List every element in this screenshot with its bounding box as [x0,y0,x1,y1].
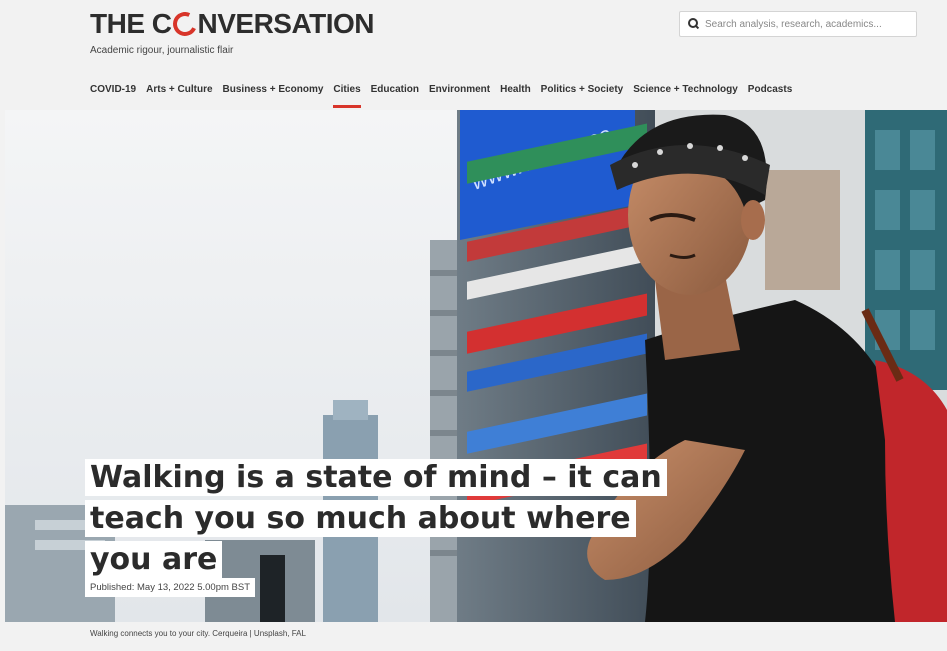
headline-line: you are [85,541,223,578]
search-icon [688,18,700,30]
nav-item-podcasts[interactable]: Podcasts [748,84,792,95]
nav-item-business-economy[interactable]: Business + Economy [223,84,324,95]
nav-item-environment[interactable]: Environment [429,84,490,95]
nav-item-science-technology[interactable]: Science + Technology [633,84,738,95]
published-date: Published: May 13, 2022 5.00pm BST [85,578,256,597]
nav-item-covid-19[interactable]: COVID-19 [90,84,136,95]
search-box[interactable] [679,11,917,37]
article-headline-block: Walking is a state of mind – it can teac… [85,457,675,580]
article-headline: Walking is a state of mind – it can teac… [85,457,675,580]
nav-item-health[interactable]: Health [500,84,531,95]
logo-text-start: THE C [90,8,172,39]
nav-item-education[interactable]: Education [371,84,419,95]
site-logo[interactable]: THE C NVERSATION [90,8,374,40]
nav-item-cities[interactable]: Cities [333,84,361,108]
logo-text-end: NVERSATION [197,8,375,39]
nav-item-arts-culture[interactable]: Arts + Culture [146,84,212,95]
site-tagline: Academic rigour, journalistic flair [90,45,234,56]
section-nav: COVID-19 Arts + Culture Business + Econo… [90,84,802,108]
speech-bubble-icon [169,8,200,40]
image-caption: Walking connects you to your city. Cerqu… [90,629,306,638]
headline-line: Walking is a state of mind – it can [85,459,667,496]
search-input[interactable] [705,18,905,30]
headline-line: teach you so much about where [85,500,636,537]
nav-item-politics-society[interactable]: Politics + Society [541,84,624,95]
